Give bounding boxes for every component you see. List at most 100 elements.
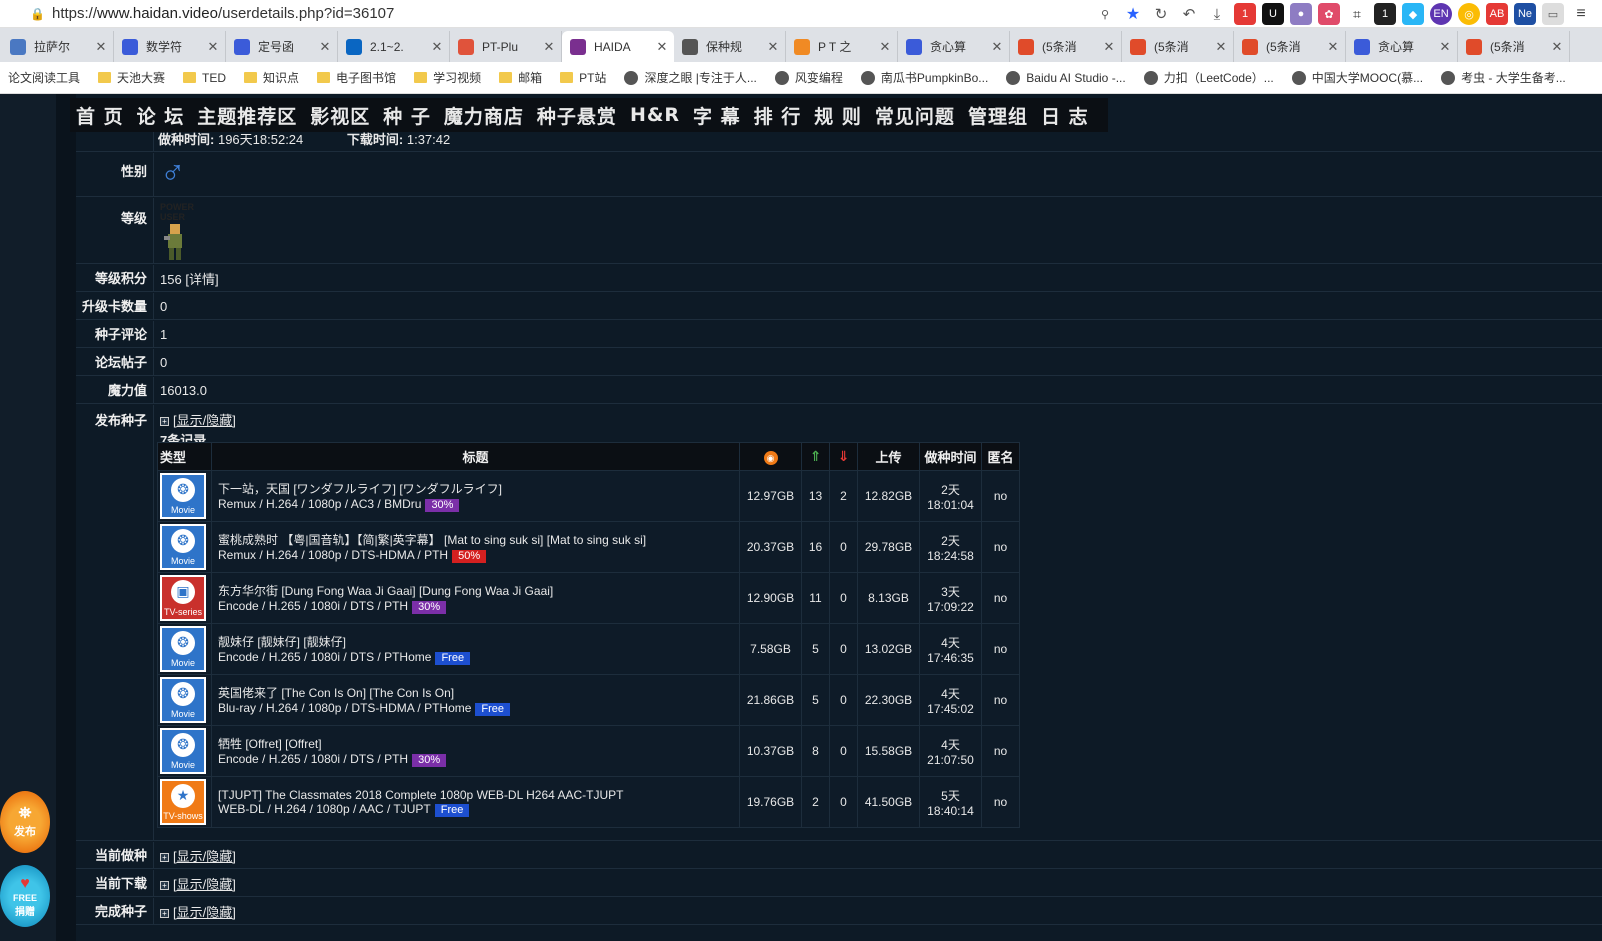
nav-item[interactable]: 排 行 [754,102,802,129]
chrome-extension-icon[interactable]: ◎ [1458,3,1480,25]
category-cell[interactable]: ❂ Movie [157,674,212,726]
bookmark-item[interactable]: 深度之眼 |专注于人... [624,69,757,86]
torrent-title-link[interactable]: 牺牲 [Offret] [Offret] [218,735,739,752]
address-bar[interactable]: 🔒 https://www.haidan.video/userdetails.p… [0,0,1602,28]
browser-tab[interactable]: 贪心算 ✕ [1346,31,1458,62]
category-cell[interactable]: ▣ TV-series [157,572,212,624]
close-icon[interactable]: ✕ [207,39,219,55]
torrent-title-link[interactable]: 靓妹仔 [靓妹仔] [靓妹仔] [218,633,739,650]
table-row[interactable]: ❂ Movie 牺牲 [Offret] [Offret] Encode / H.265… [157,725,1020,777]
category-icon[interactable]: ❂ Movie [160,524,206,570]
translate-extension-icon[interactable]: EN [1430,3,1452,25]
nav-item[interactable]: 常见问题 [875,102,955,129]
expand-icon[interactable]: + [160,880,169,890]
bookmark-item[interactable]: 考虫 - 大学生备考... [1441,69,1566,86]
page-extension-icon[interactable]: ▭ [1542,3,1564,25]
table-row[interactable]: ❂ Movie 英国佬来了 [The Con Is On] [The Con Is … [157,674,1020,726]
bookmark-item[interactable]: 风变编程 [774,69,843,86]
leechers-cell[interactable]: 0 [829,776,858,828]
close-icon[interactable]: ✕ [319,39,331,55]
leechers-cell[interactable]: 0 [829,674,858,726]
close-icon[interactable]: ✕ [1327,39,1339,55]
bookmark-item[interactable]: 知识点 [244,69,299,86]
header-title[interactable]: 标题 [211,442,740,471]
table-row[interactable]: ❂ Movie 蜜桃成熟时 【粤|国音轨】【简|繁|英字幕】 [Mat to sin… [157,521,1020,573]
seeders-cell[interactable]: 2 [801,776,830,828]
close-icon[interactable]: ✕ [1103,39,1115,55]
refresh-icon[interactable]: ↻ [1150,3,1172,25]
expand-icon[interactable]: + [160,908,169,918]
torrent-title-link[interactable]: 蜜桃成熟时 【粤|国音轨】【简|繁|英字幕】 [Mat to sing suk … [218,531,739,548]
category-cell[interactable]: ❂ Movie [157,623,212,675]
bookmark-item[interactable]: 邮箱 [499,69,542,86]
nav-item[interactable]: 字 幕 [693,102,741,129]
header-uploaded[interactable]: 上传 [857,442,920,471]
nav-item[interactable]: 魔力商店 [444,102,524,129]
close-icon[interactable]: ✕ [656,39,668,55]
bookmark-item[interactable]: 论文阅读工具 [8,69,80,86]
bookmark-item[interactable]: 学习视频 [414,69,481,86]
leechers-cell[interactable]: 0 [829,521,858,573]
header-type[interactable]: 类型 [157,442,212,471]
browser-tab[interactable]: HAIDA ✕ [562,31,674,62]
category-icon[interactable]: ❂ Movie [160,626,206,672]
browser-tab[interactable]: 2.1~2. ✕ [338,31,450,62]
header-seed-time[interactable]: 做种时间 [919,442,982,471]
menu-icon[interactable]: ≡ [1570,3,1592,25]
close-icon[interactable]: ✕ [1215,39,1227,55]
close-icon[interactable]: ✕ [879,39,891,55]
nav-item[interactable]: 日 志 [1041,102,1089,129]
url-text[interactable]: https://www.haidan.video/userdetails.php… [52,5,394,22]
close-icon[interactable]: ✕ [95,39,107,55]
nav-item[interactable]: 论 坛 [137,102,185,129]
header-anonymous[interactable]: 匿名 [981,442,1020,471]
download-icon[interactable]: ⤓ [1206,3,1228,25]
expand-icon[interactable]: + [160,417,169,427]
table-row[interactable]: ❂ Movie 靓妹仔 [靓妹仔] [靓妹仔] Encode / H.265 / 10… [157,623,1020,675]
table-row[interactable]: ★ TV-shows [TJUPT] The Classmates 2018 Com… [157,776,1020,828]
category-cell[interactable]: ❂ Movie [157,725,212,777]
seeders-cell[interactable]: 13 [801,470,830,522]
leechers-cell[interactable]: 0 [829,623,858,675]
browser-tab[interactable]: PT-Plu ✕ [450,31,562,62]
torrent-title-link[interactable]: 下一站，天国 [ワンダフルライフ] [ワンダフルライフ] [218,480,739,497]
leechers-cell[interactable]: 0 [829,572,858,624]
header-size[interactable]: ◉ [739,442,802,471]
browser-tab[interactable]: (5条消 ✕ [1458,31,1570,62]
category-cell[interactable]: ❂ Movie [157,521,212,573]
category-icon[interactable]: ❂ Movie [160,677,206,723]
bookmark-item[interactable]: Baidu AI Studio -... [1006,70,1126,85]
close-icon[interactable]: ✕ [1551,39,1563,55]
leechers-cell[interactable]: 2 [829,470,858,522]
close-icon[interactable]: ✕ [1439,39,1451,55]
publish-float-button[interactable]: ⛯ 发布 [0,791,50,853]
notification-extension-icon[interactable]: 1 [1234,3,1256,25]
browser-tab[interactable]: 保种规 ✕ [674,31,786,62]
torrent-title-link[interactable]: 英国佬来了 [The Con Is On] [The Con Is On] [218,684,739,701]
seeders-cell[interactable]: 5 [801,623,830,675]
bookmark-item[interactable]: PT站 [560,69,606,86]
ne-extension-icon[interactable]: Ne [1514,3,1536,25]
category-icon[interactable]: ❂ Movie [160,728,206,774]
bookmark-item[interactable]: TED [183,71,226,85]
table-row[interactable]: ▣ TV-series 东方华尔街 [Dung Fong Waa Ji Gaai] … [157,572,1020,624]
nav-item[interactable]: 种 子 [383,102,431,129]
browser-tab[interactable]: 贪心算 ✕ [898,31,1010,62]
seeders-cell[interactable]: 11 [801,572,830,624]
close-icon[interactable]: ✕ [543,39,555,55]
bookmark-item[interactable]: 南瓜书PumpkinBo... [860,69,988,86]
points-detail-link[interactable]: [详情] [185,272,218,287]
fox-extension-icon[interactable]: ● [1290,3,1312,25]
header-seeders[interactable]: ⇑ [801,442,830,471]
browser-tab[interactable]: (5条消 ✕ [1010,31,1122,62]
nav-item[interactable]: 影视区 [310,102,370,129]
downloading-toggle-link[interactable]: [显示/隐藏] [173,877,236,892]
close-icon[interactable]: ✕ [431,39,443,55]
nav-item[interactable]: 种子悬赏 [537,102,617,129]
crop-icon[interactable]: ⌗ [1346,3,1368,25]
palette-extension-icon[interactable]: ✿ [1318,3,1340,25]
torrent-title-link[interactable]: 东方华尔街 [Dung Fong Waa Ji Gaai] [Dung Fong… [218,582,739,599]
close-icon[interactable]: ✕ [991,39,1003,55]
browser-tab[interactable]: (5条消 ✕ [1234,31,1346,62]
category-icon[interactable]: ▣ TV-series [160,575,206,621]
